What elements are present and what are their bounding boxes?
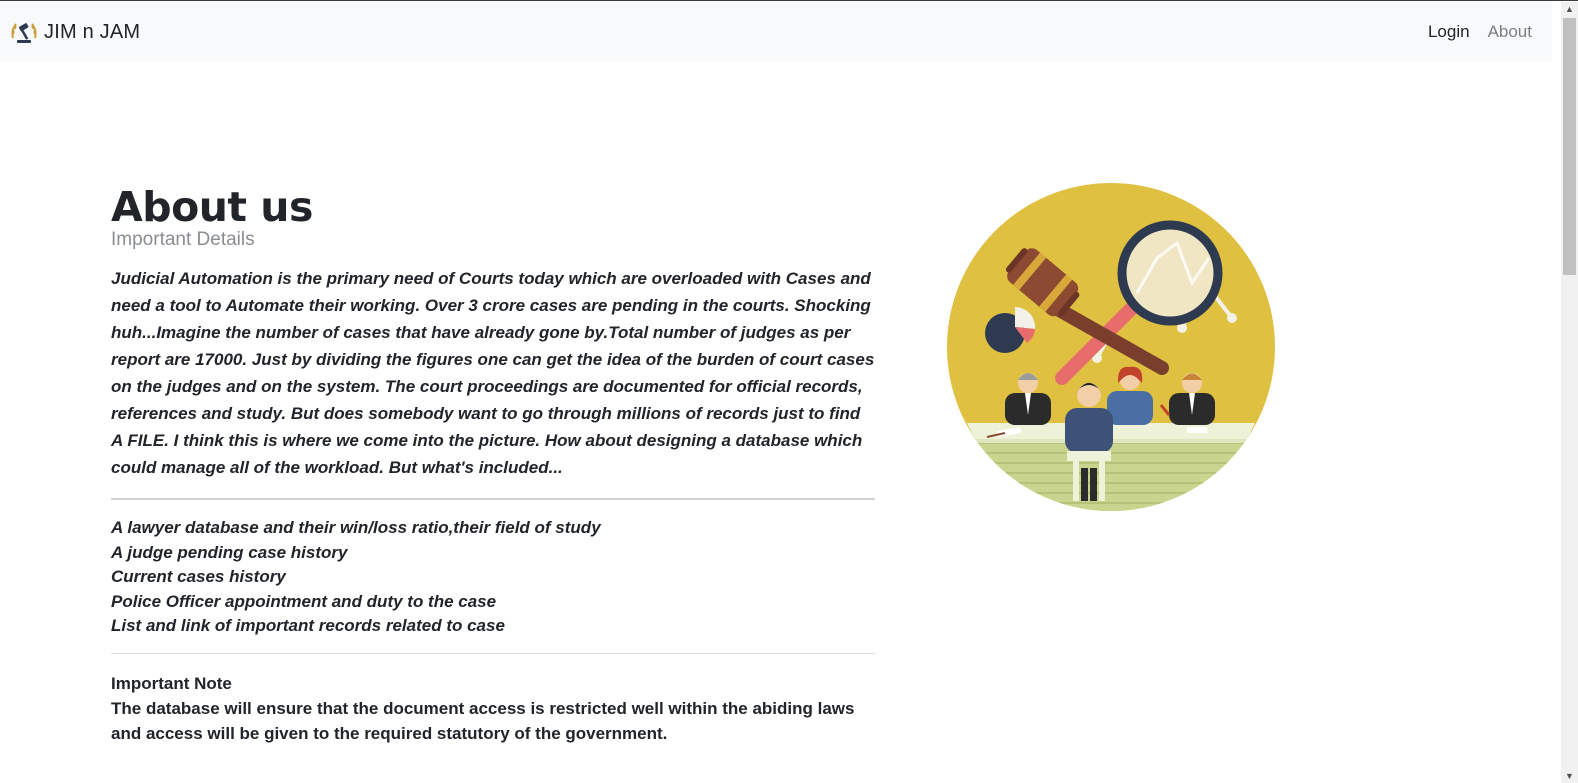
scroll-down-arrow-icon[interactable]: ▼	[1561, 769, 1578, 783]
nav-links: Login About	[1410, 22, 1532, 42]
note-title: Important Note	[111, 673, 232, 693]
about-section: About us Important Details Judicial Auto…	[111, 183, 875, 746]
gavel-laurel-logo-icon	[11, 23, 37, 43]
page-subtitle: Important Details	[111, 229, 255, 250]
page-scrollbar[interactable]: ▲ ▼	[1561, 2, 1578, 783]
divider	[111, 498, 875, 500]
features-list: A lawyer database and their win/loss rat…	[111, 516, 875, 639]
feature-item: A judge pending case history	[111, 542, 348, 562]
navbar: JIM n JAM Login About	[0, 2, 1552, 61]
scrollbar-thumb[interactable]	[1563, 18, 1576, 275]
page-title: About us	[111, 183, 313, 231]
scroll-up-arrow-icon[interactable]: ▲	[1561, 2, 1578, 16]
feature-item: List and link of important records relat…	[111, 616, 505, 636]
intro-paragraph: Judicial Automation is the primary need …	[111, 269, 875, 477]
nav-about-link[interactable]: About	[1488, 22, 1532, 42]
brand-name: JIM n JAM	[44, 20, 141, 43]
brand-link[interactable]: JIM n JAM	[8, 16, 140, 48]
note-text: The database will ensure that the docume…	[111, 698, 855, 743]
feature-item: A lawyer database and their win/loss rat…	[111, 518, 601, 537]
courtroom-gavel-magnifier-illustration	[947, 183, 1275, 511]
nav-login-link[interactable]: Login	[1428, 22, 1470, 42]
feature-item: Current cases history	[111, 567, 286, 587]
divider	[111, 652, 875, 654]
feature-item: Police Officer appointment and duty to t…	[111, 591, 497, 611]
